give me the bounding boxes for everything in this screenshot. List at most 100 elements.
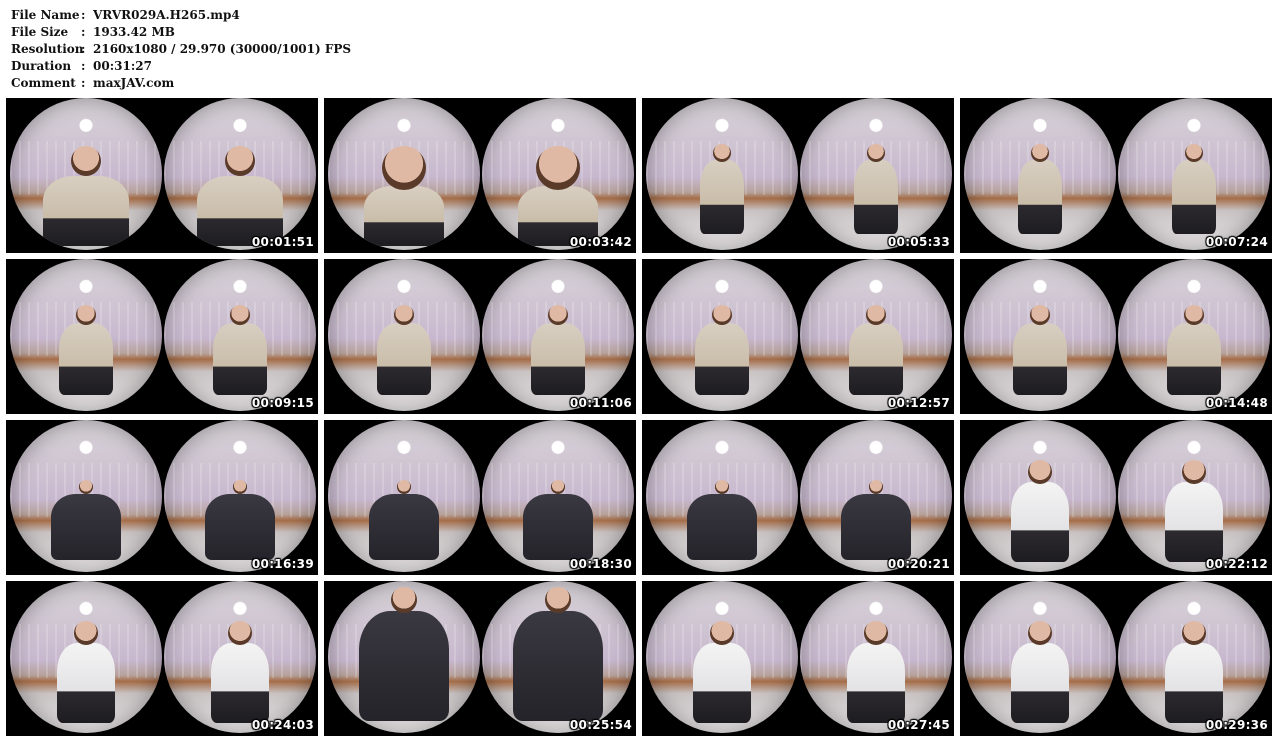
left-eye-view <box>646 259 798 411</box>
left-eye-view <box>10 259 162 411</box>
person-body <box>359 611 449 721</box>
video-thumbnail[interactable]: 00:14:48 <box>960 259 1272 414</box>
video-thumbnail[interactable]: 00:01:51 <box>6 98 318 253</box>
left-eye-view <box>328 259 480 411</box>
thumbnail-timestamp: 00:07:24 <box>1205 235 1268 249</box>
thumbnail-timestamp: 00:22:12 <box>1205 557 1268 571</box>
video-thumbnail[interactable]: 00:09:15 <box>6 259 318 414</box>
thumbnail-timestamp: 00:01:51 <box>251 235 314 249</box>
person-body <box>364 186 444 246</box>
person-body <box>43 176 129 246</box>
video-thumbnail[interactable]: 00:16:39 <box>6 420 318 575</box>
person-body <box>213 323 267 395</box>
right-eye-view <box>164 98 316 250</box>
person-body <box>377 323 431 395</box>
person-head <box>76 305 96 325</box>
video-thumbnail[interactable]: 00:07:24 <box>960 98 1272 253</box>
person-body <box>1013 323 1067 395</box>
person-head <box>228 621 252 645</box>
thumbnail-timestamp: 00:27:45 <box>887 718 950 732</box>
person-head <box>1185 144 1203 162</box>
person-body <box>1011 482 1069 562</box>
person-body <box>1167 323 1221 395</box>
right-eye-view <box>482 420 634 572</box>
person-head <box>397 480 411 494</box>
thumbnail-timestamp: 00:03:42 <box>569 235 632 249</box>
person-head <box>230 305 250 325</box>
person-body <box>1018 160 1062 234</box>
video-thumbnail[interactable]: 00:25:54 <box>324 581 636 736</box>
thumbnail-timestamp: 00:20:21 <box>887 557 950 571</box>
right-eye-view <box>1118 420 1270 572</box>
right-eye-view <box>482 98 634 250</box>
info-separator: : <box>81 59 86 73</box>
person-body <box>205 494 275 560</box>
video-thumbnail[interactable]: 00:11:06 <box>324 259 636 414</box>
video-thumbnail[interactable]: 00:22:12 <box>960 420 1272 575</box>
person-body <box>700 160 744 234</box>
thumbnail-timestamp: 00:12:57 <box>887 396 950 410</box>
person-body <box>57 643 115 723</box>
video-thumbnail[interactable]: 00:20:21 <box>642 420 954 575</box>
person-head <box>1184 305 1204 325</box>
person-head <box>867 144 885 162</box>
person-body <box>51 494 121 560</box>
person-head <box>545 587 571 613</box>
person-body <box>1165 482 1223 562</box>
right-eye-view <box>482 581 634 733</box>
info-value: 1933.42 MB <box>93 25 175 39</box>
right-eye-view <box>800 259 952 411</box>
thumbnail-timestamp: 00:11:06 <box>569 396 632 410</box>
left-eye-view <box>10 98 162 250</box>
person-body <box>1011 643 1069 723</box>
left-eye-view <box>10 581 162 733</box>
info-separator: : <box>81 42 86 56</box>
thumbnail-timestamp: 00:29:36 <box>1205 718 1268 732</box>
right-eye-view <box>164 259 316 411</box>
person-body <box>854 160 898 234</box>
person-head <box>71 146 101 176</box>
thumbnail-timestamp: 00:25:54 <box>569 718 632 732</box>
thumbnail-timestamp: 00:05:33 <box>887 235 950 249</box>
info-value: 00:31:27 <box>93 59 152 73</box>
info-value: 2160x1080 / 29.970 (30000/1001) FPS <box>93 42 352 56</box>
info-row-duration: Duration : 00:31:27 <box>11 58 351 75</box>
person-head <box>715 480 729 494</box>
person-body <box>523 494 593 560</box>
video-thumbnail[interactable]: 00:29:36 <box>960 581 1272 736</box>
left-eye-view <box>328 420 480 572</box>
video-thumbnail[interactable]: 00:12:57 <box>642 259 954 414</box>
video-thumbnail[interactable]: 00:27:45 <box>642 581 954 736</box>
info-value: VRVR029A.H265.mp4 <box>93 8 240 22</box>
left-eye-view <box>328 98 480 250</box>
info-separator: : <box>81 76 86 90</box>
info-separator: : <box>81 25 86 39</box>
info-key: File Size <box>11 25 69 39</box>
info-key: Duration <box>11 59 72 73</box>
right-eye-view <box>800 420 952 572</box>
person-head <box>869 480 883 494</box>
person-body <box>1172 160 1216 234</box>
video-thumbnail[interactable]: 00:24:03 <box>6 581 318 736</box>
person-head <box>233 480 247 494</box>
right-eye-view <box>1118 259 1270 411</box>
info-row-comment: Comment : maxJAV.com <box>11 75 351 92</box>
info-row-resolution: Resolution : 2160x1080 / 29.970 (30000/1… <box>11 41 351 58</box>
person-body <box>847 643 905 723</box>
person-head <box>225 146 255 176</box>
person-head <box>1182 460 1206 484</box>
person-head <box>1028 460 1052 484</box>
person-body <box>695 323 749 395</box>
left-eye-view <box>964 581 1116 733</box>
video-thumbnail[interactable]: 00:18:30 <box>324 420 636 575</box>
person-body <box>693 643 751 723</box>
video-thumbnail[interactable]: 00:03:42 <box>324 98 636 253</box>
person-body <box>369 494 439 560</box>
info-row-file-size: File Size : 1933.42 MB <box>11 24 351 41</box>
video-thumbnail[interactable]: 00:05:33 <box>642 98 954 253</box>
thumbnail-timestamp: 00:24:03 <box>251 718 314 732</box>
person-head <box>391 587 417 613</box>
left-eye-view <box>646 98 798 250</box>
right-eye-view <box>164 581 316 733</box>
person-body <box>531 323 585 395</box>
